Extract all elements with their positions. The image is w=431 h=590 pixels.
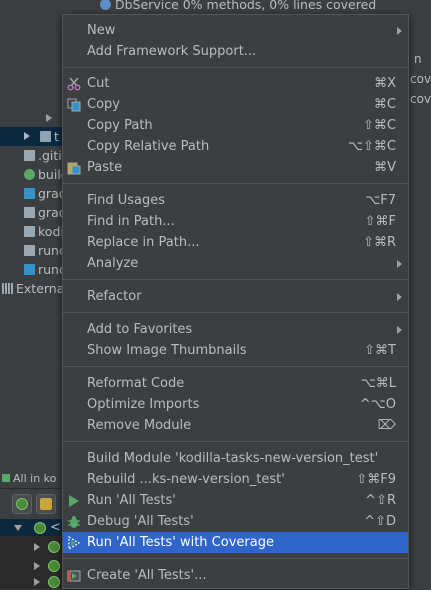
expand-arrow-icon[interactable] [46, 114, 52, 122]
coverage-icon [67, 535, 81, 551]
test-row[interactable] [0, 538, 62, 555]
create-config-icon [67, 569, 81, 583]
tree-row[interactable]: grad [0, 203, 64, 222]
tree-row[interactable]: Externa [0, 279, 64, 298]
menu-item-new[interactable]: New [63, 20, 408, 41]
copy-icon [67, 98, 81, 112]
menu-item-add-to-favorites[interactable]: Add to Favorites [63, 319, 408, 340]
script-icon [24, 264, 35, 275]
passed-icon [16, 498, 28, 510]
menu-item-reformat-code[interactable]: Reformat Code ⌥⌘L [63, 373, 408, 394]
class-icon [100, 0, 111, 10]
menu-item-copy-relative-path[interactable]: Copy Relative Path ⌥⇧⌘C [63, 136, 408, 157]
expand-arrow-icon[interactable] [34, 543, 40, 551]
run-panel-tab[interactable]: All in ko [0, 472, 62, 486]
run-icon [67, 494, 81, 508]
menu-separator [63, 67, 408, 68]
file-icon [24, 226, 35, 237]
menu-item-show-image-thumbnails[interactable]: Show Image Thumbnails ⇧⌘T [63, 340, 408, 361]
tree-row[interactable]: runc [0, 241, 64, 260]
menu-item-replace-in-path[interactable]: Replace in Path... ⇧⌘R [63, 232, 408, 253]
test-row[interactable] [0, 557, 62, 574]
ignored-icon [40, 498, 52, 510]
tree-row[interactable]: .gitig [0, 146, 64, 165]
folder-icon [40, 131, 51, 142]
submenu-arrow-icon [397, 293, 402, 301]
menu-item-remove-module[interactable]: Remove Module ⌦ [63, 415, 408, 436]
menu-separator [63, 183, 408, 184]
test-passed-icon [34, 522, 46, 534]
test-passed-icon [48, 576, 60, 588]
menu-item-create-all-tests[interactable]: Create 'All Tests'... [63, 565, 408, 586]
expand-arrow-icon[interactable] [34, 578, 40, 586]
test-passed-icon [48, 560, 60, 572]
submenu-arrow-icon [397, 260, 402, 268]
menu-item-run-all-tests[interactable]: Run 'All Tests' ^⇧R [63, 490, 408, 511]
expand-arrow-icon[interactable] [34, 562, 40, 570]
tree-row[interactable]: runc [0, 260, 64, 279]
menu-item-analyze[interactable]: Analyze [63, 253, 408, 274]
right-snippet: n [414, 52, 422, 66]
menu-item-debug-all-tests[interactable]: Debug 'All Tests' ^⇧D [63, 511, 408, 532]
menu-item-refactor[interactable]: Refactor [63, 286, 408, 307]
menu-item-rebuild[interactable]: Rebuild ...ks-new-version_test' ⇧⌘F9 [63, 469, 408, 490]
test-root-row[interactable]: << [0, 519, 72, 536]
bat-icon [24, 207, 35, 218]
menu-separator [63, 366, 408, 367]
context-menu: New Add Framework Support... Cut ⌘X Copy ⌘… [62, 14, 409, 589]
tree-row[interactable] [0, 108, 64, 127]
menu-item-paste[interactable]: Paste ⌘V [63, 157, 408, 178]
editor-coverage-strip: DbService 0% methods, 0% lines covered [0, 0, 431, 14]
menu-item-optimize-imports[interactable]: Optimize Imports ^⌥O [63, 394, 408, 415]
coverage-summary: DbService 0% methods, 0% lines covered [100, 0, 376, 12]
submenu-arrow-icon [397, 27, 402, 35]
menu-item-find-in-path[interactable]: Find in Path... ⇧⌘F [63, 211, 408, 232]
test-results-tree: << [0, 519, 72, 589]
menu-separator [63, 441, 408, 442]
menu-separator [63, 558, 408, 559]
bat-icon [24, 245, 35, 256]
collapse-arrow-icon[interactable] [14, 525, 22, 531]
scissors-icon [67, 77, 81, 91]
right-snippet: cove [410, 72, 431, 86]
library-icon [2, 283, 13, 294]
script-icon [24, 188, 35, 199]
test-toolbar [0, 488, 62, 519]
menu-item-find-usages[interactable]: Find Usages ⌥F7 [63, 190, 408, 211]
submenu-arrow-icon [397, 326, 402, 334]
menu-item-cut[interactable]: Cut ⌘X [63, 73, 408, 94]
menu-item-build-module[interactable]: Build Module 'kodilla-tasks-new-version_… [63, 448, 408, 469]
run-tab-icon [2, 474, 10, 482]
right-snippet: cove [410, 92, 431, 106]
debug-icon [67, 515, 81, 529]
menu-separator [63, 312, 408, 313]
menu-item-add-framework-support[interactable]: Add Framework Support... [63, 41, 408, 62]
tree-row[interactable]: kodil [0, 222, 64, 241]
menu-item-copy-path[interactable]: Copy Path ⇧⌘C [63, 115, 408, 136]
paste-icon [67, 161, 81, 175]
tree-row[interactable]: build [0, 165, 64, 184]
test-row[interactable] [0, 575, 62, 589]
tree-row-selected[interactable]: t [0, 127, 64, 146]
show-ignored-button[interactable] [36, 494, 56, 514]
file-icon [24, 150, 35, 161]
show-passed-button[interactable] [12, 494, 32, 514]
menu-item-run-with-coverage[interactable]: Run 'All Tests' with Coverage [63, 532, 408, 553]
expand-arrow-icon[interactable] [24, 132, 30, 140]
gradle-icon [24, 169, 35, 180]
tree-row[interactable]: grad [0, 184, 64, 203]
test-passed-icon [48, 541, 60, 553]
menu-item-copy[interactable]: Copy ⌘C [63, 94, 408, 115]
menu-separator [63, 279, 408, 280]
